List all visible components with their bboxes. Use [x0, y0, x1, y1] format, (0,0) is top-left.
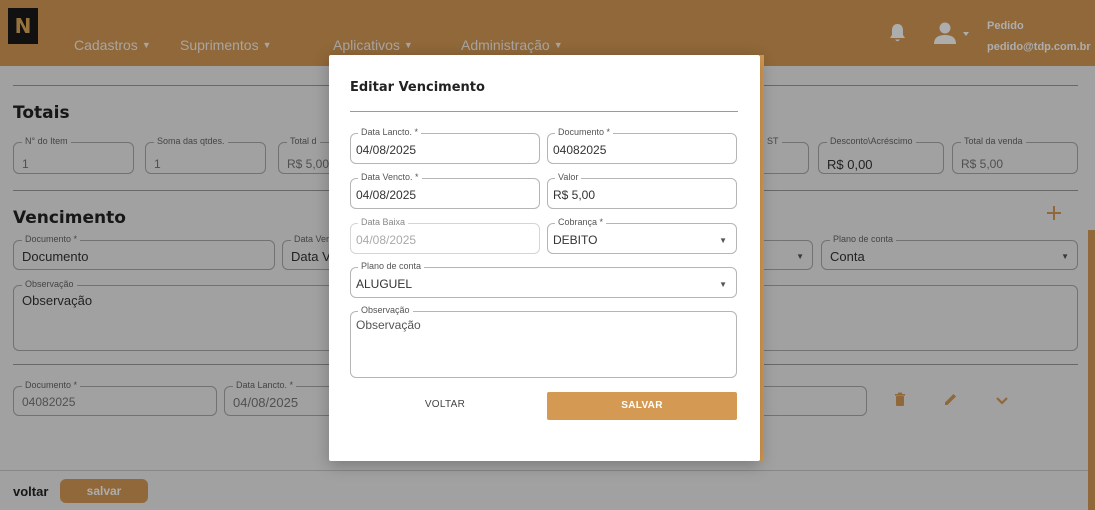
documento-input[interactable]: Documento * 04082025 [547, 127, 737, 164]
caret-down-icon: ▼ [719, 236, 727, 245]
observacao-textarea[interactable]: Observação Observação [350, 305, 737, 378]
plano-conta-select[interactable]: Plano de conta ALUGUEL ▼ [350, 261, 737, 298]
salvar-modal-button[interactable]: SALVAR [547, 392, 737, 420]
data-vencto-input[interactable]: Data Vencto. * 04/08/2025 [350, 172, 540, 209]
divider [350, 111, 738, 112]
valor-input[interactable]: Valor R$ 5,00 [547, 172, 737, 209]
cobranca-select[interactable]: Cobrança * DEBITO ▼ [547, 217, 737, 254]
modal-accent-edge [760, 55, 764, 461]
caret-down-icon: ▼ [719, 280, 727, 289]
voltar-button[interactable]: VOLTAR [350, 390, 540, 420]
dialog-title: Editar Vencimento [350, 80, 485, 95]
data-baixa-input: Data Baixa 04/08/2025 [350, 217, 540, 254]
data-lancto-input[interactable]: Data Lancto. * 04/08/2025 [350, 127, 540, 164]
editar-vencimento-dialog: Editar Vencimento Data Lancto. * 04/08/2… [329, 55, 760, 461]
